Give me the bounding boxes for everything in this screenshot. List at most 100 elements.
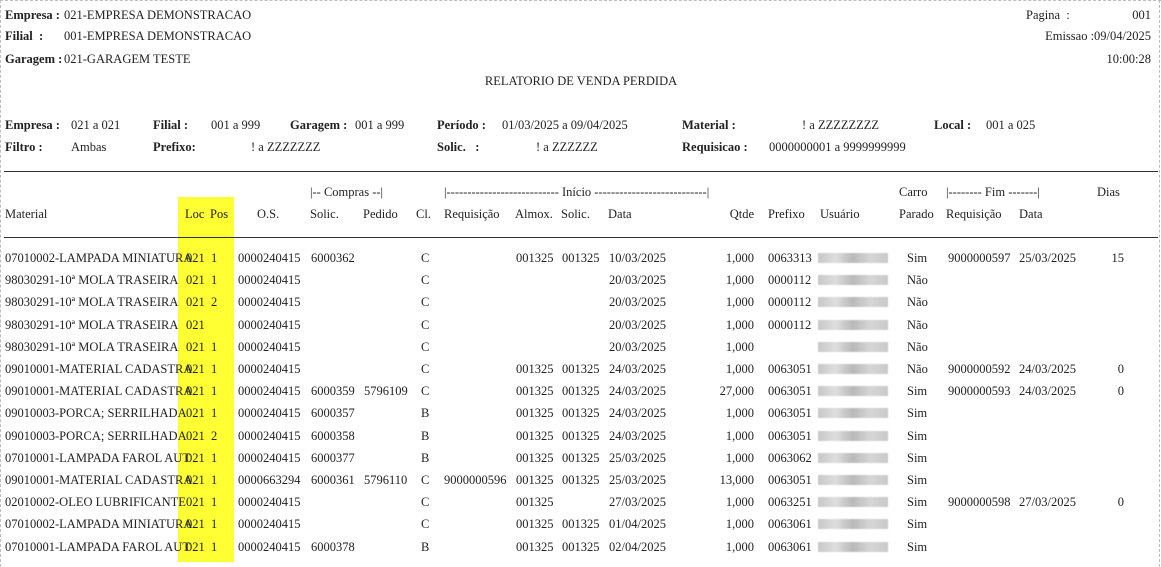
cell-cl: B: [421, 429, 430, 443]
cell-data: 20/03/2025: [609, 340, 666, 354]
filter-garagem-label: Garagem :: [290, 118, 348, 132]
filter-material-value: ! a ZZZZZZZZ: [802, 118, 880, 132]
cell-os: 0000240415: [238, 517, 301, 531]
cell-almox: 001325: [516, 451, 554, 465]
cell-prefixo: 0000112: [768, 318, 812, 332]
empresa-label: Empresa :: [5, 8, 60, 22]
emissao-text: Emissao :09/04/2025: [1045, 29, 1151, 43]
cell-fim-data: 24/03/2025: [1019, 384, 1076, 398]
cell-cl: C: [421, 318, 430, 332]
cell-loc: 021: [186, 429, 205, 443]
cell-solic2: 001325: [562, 540, 600, 554]
cell-solic: 6000357: [311, 406, 355, 420]
cell-solic2: 001325: [562, 362, 600, 376]
page-border-left: [0, 0, 1, 567]
cell-usuario-redacted: [818, 297, 888, 307]
cell-loc: 021: [186, 406, 205, 420]
cell-parado: Não: [907, 362, 928, 376]
cell-prefixo: 0063061: [768, 517, 812, 531]
cell-pos: 1: [211, 473, 218, 487]
col-fim-data: Data: [1019, 207, 1043, 221]
cell-parado: Sim: [907, 384, 928, 398]
cell-dias: 0: [1117, 384, 1124, 398]
cell-parado: Não: [907, 273, 928, 287]
cell-loc: 021: [186, 495, 205, 509]
cell-solic2: 001325: [562, 517, 600, 531]
cell-qtde: 1,000: [725, 362, 754, 376]
cell-prefixo: 0063051: [768, 406, 812, 420]
cell-material: 09010001-MATERIAL CADASTRA: [5, 384, 193, 398]
cell-qtde: 1,000: [725, 295, 754, 309]
cell-data: 24/03/2025: [609, 362, 666, 376]
cell-loc: 021: [186, 318, 205, 332]
cell-data: 10/03/2025: [609, 251, 666, 265]
cell-qtde: 1,000: [725, 251, 754, 265]
cell-parado: Sim: [907, 495, 928, 509]
cell-data: 01/04/2025: [609, 517, 666, 531]
cell-dias: 0: [1117, 362, 1124, 376]
cell-prefixo: 0063251: [768, 495, 812, 509]
cell-fim-data: 27/03/2025: [1019, 495, 1076, 509]
cell-cl: C: [421, 295, 430, 309]
cell-cl: C: [421, 340, 430, 354]
cell-pos: 1: [211, 384, 218, 398]
cell-parado: Sim: [907, 473, 928, 487]
filter-filtro-label: Filtro :: [5, 140, 43, 154]
cell-solic: 6000378: [311, 540, 355, 554]
cell-usuario-redacted: [818, 542, 888, 552]
cell-parado: Sim: [907, 429, 928, 443]
cell-material: 98030291-10ª MOLA TRASEIRA: [5, 318, 179, 332]
cell-almox: 001325: [516, 251, 554, 265]
cell-usuario-redacted: [818, 475, 888, 485]
filter-requisicao-value: 0000000001 a 9999999999: [769, 140, 906, 154]
col-loc: Loc: [185, 207, 205, 221]
filter-local-label: Local :: [934, 118, 972, 132]
cell-data: 24/03/2025: [609, 384, 666, 398]
cell-usuario-redacted: [818, 253, 888, 263]
cell-qtde: 1,000: [725, 406, 754, 420]
empresa-value: 021-EMPRESA DEMONSTRACAO: [64, 8, 252, 22]
cell-os: 0000240415: [238, 384, 301, 398]
group-fim: |-------- Fim -------|: [946, 185, 1040, 199]
cell-qtde: 1,000: [725, 273, 754, 287]
cell-parado: Sim: [907, 517, 928, 531]
cell-usuario-redacted: [818, 342, 888, 352]
pagina-label: Pagina :: [1026, 8, 1070, 22]
col-data: Data: [608, 207, 632, 221]
cell-requisicao: 9000000596: [444, 473, 507, 487]
cell-pedido: 5796109: [364, 384, 408, 398]
cell-qtde: 27,000: [719, 384, 754, 398]
cell-os: 0000240415: [238, 362, 301, 376]
cell-almox: 001325: [516, 540, 554, 554]
filter-empresa-label: Empresa :: [5, 118, 60, 132]
cell-qtde: 1,000: [725, 340, 754, 354]
cell-cl: C: [421, 517, 430, 531]
cell-usuario-redacted: [818, 431, 888, 441]
header-rule-top: [4, 171, 1158, 172]
cell-material: 07010002-LAMPADA MINIATURA: [5, 251, 193, 265]
cell-os: 0000240415: [238, 318, 301, 332]
cell-solic: 6000359: [311, 384, 355, 398]
cell-prefixo: 0063061: [768, 540, 812, 554]
cell-solic2: 001325: [562, 429, 600, 443]
cell-cl: C: [421, 384, 430, 398]
filial-value: 001-EMPRESA DEMONSTRACAO: [64, 29, 252, 43]
cell-parado: Sim: [907, 406, 928, 420]
cell-almox: 001325: [516, 517, 554, 531]
cell-fim-requisicao: 9000000593: [948, 384, 1011, 398]
cell-qtde: 1,000: [725, 451, 754, 465]
col-parado: Parado: [899, 207, 934, 221]
cell-solic2: 001325: [562, 251, 600, 265]
cell-loc: 021: [186, 362, 205, 376]
cell-prefixo: 0063313: [768, 251, 812, 265]
filter-empresa-value: 021 a 021: [71, 118, 121, 132]
cell-material: 09010001-MATERIAL CADASTRA: [5, 362, 193, 376]
cell-material: 09010001-MATERIAL CADASTRA: [5, 473, 193, 487]
cell-cl: B: [421, 406, 430, 420]
cell-solic: 6000362: [311, 251, 355, 265]
filter-solic-value: ! a ZZZZZZ: [536, 140, 598, 154]
cell-pos: 1: [211, 340, 218, 354]
header-rule-bottom: [4, 237, 1158, 238]
page-border-right: [1159, 0, 1160, 567]
cell-fim-requisicao: 9000000592: [948, 362, 1011, 376]
